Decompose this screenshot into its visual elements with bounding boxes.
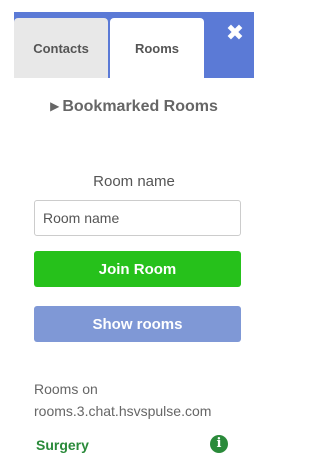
close-icon[interactable]: ✖ [224, 22, 246, 44]
show-rooms-button[interactable]: Show rooms [34, 306, 241, 342]
room-name-input[interactable] [34, 200, 241, 236]
join-room-button[interactable]: Join Room [34, 251, 241, 287]
rooms-heading-line1: Rooms on [34, 381, 98, 397]
room-name[interactable]: Surgery [36, 437, 89, 453]
rooms-heading-server: rooms.3.chat.hsvspulse.com [34, 403, 212, 419]
bookmarked-rooms-label: Bookmarked Rooms [62, 98, 218, 115]
tab-bar: Contacts Rooms ✖ [14, 12, 254, 78]
rooms-list-heading: Rooms on rooms.3.chat.hsvspulse.com [34, 378, 254, 422]
info-icon[interactable]: i [210, 435, 228, 453]
bookmarked-rooms-toggle[interactable]: ▶ Bookmarked Rooms [14, 98, 254, 116]
room-name-label: Room name [93, 173, 175, 190]
room-list-item[interactable]: Surgery i [36, 435, 246, 457]
tab-contacts[interactable]: Contacts [14, 18, 108, 78]
tab-rooms[interactable]: Rooms [110, 18, 204, 78]
chat-rooms-panel: Contacts Rooms ✖ ▶ Bookmarked Rooms Room … [14, 12, 254, 453]
caret-right-icon: ▶ [50, 99, 60, 113]
